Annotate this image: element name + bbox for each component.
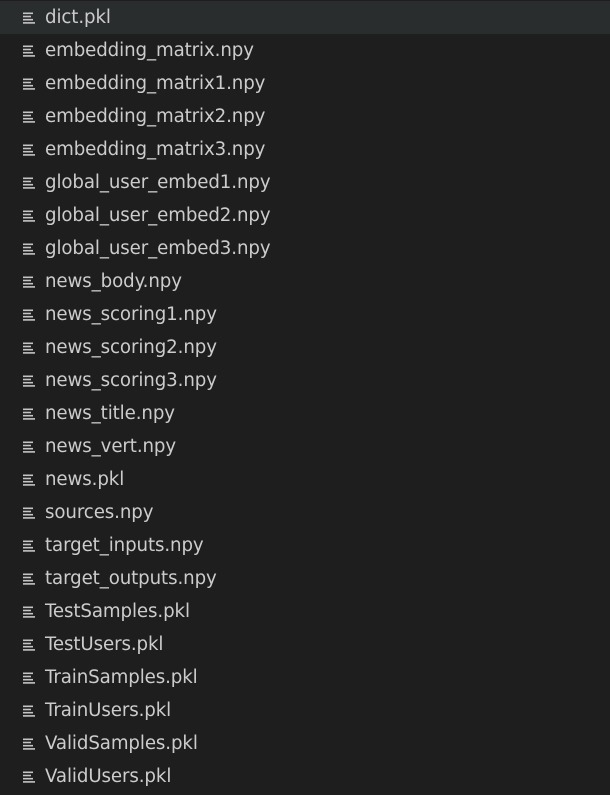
file-lines-icon bbox=[22, 506, 36, 520]
file-name: embedding_matrix1.npy bbox=[45, 72, 266, 94]
file-item[interactable]: embedding_matrix1.npy bbox=[0, 67, 610, 100]
file-name: embedding_matrix3.npy bbox=[45, 138, 266, 160]
file-lines-icon bbox=[22, 539, 36, 553]
file-lines-icon bbox=[22, 572, 36, 586]
file-name: dict.pkl bbox=[45, 6, 111, 28]
file-name: global_user_embed1.npy bbox=[45, 171, 271, 193]
file-item[interactable]: dict.pkl bbox=[0, 1, 610, 34]
file-list: dict.pkl embedding_matrix.npy embedding_ma… bbox=[0, 0, 610, 795]
file-name: news_body.npy bbox=[45, 270, 182, 292]
file-item[interactable]: TrainUsers.pkl bbox=[0, 694, 610, 727]
file-item[interactable]: target_outputs.npy bbox=[0, 562, 610, 595]
file-name: news_vert.npy bbox=[45, 435, 177, 457]
file-lines-icon bbox=[22, 242, 36, 256]
file-item[interactable]: news_title.npy bbox=[0, 397, 610, 430]
file-name: ValidUsers.pkl bbox=[45, 765, 172, 787]
file-name: news_title.npy bbox=[45, 402, 175, 424]
file-lines-icon bbox=[22, 440, 36, 454]
file-name: TrainUsers.pkl bbox=[45, 699, 172, 721]
file-item[interactable]: TestSamples.pkl bbox=[0, 595, 610, 628]
file-item[interactable]: news_scoring1.npy bbox=[0, 298, 610, 331]
file-lines-icon bbox=[22, 671, 36, 685]
file-lines-icon bbox=[22, 143, 36, 157]
file-name: ValidSamples.pkl bbox=[45, 732, 198, 754]
file-lines-icon bbox=[22, 770, 36, 784]
file-lines-icon bbox=[22, 110, 36, 124]
file-item[interactable]: global_user_embed2.npy bbox=[0, 199, 610, 232]
file-lines-icon bbox=[22, 77, 36, 91]
file-item[interactable]: embedding_matrix.npy bbox=[0, 34, 610, 67]
file-name: TrainSamples.pkl bbox=[45, 666, 198, 688]
file-lines-icon bbox=[22, 11, 36, 25]
file-lines-icon bbox=[22, 374, 36, 388]
file-lines-icon bbox=[22, 407, 36, 421]
file-name: news.pkl bbox=[45, 468, 125, 490]
file-name: news_scoring2.npy bbox=[45, 336, 217, 358]
file-lines-icon bbox=[22, 275, 36, 289]
file-lines-icon bbox=[22, 605, 36, 619]
file-item[interactable]: ValidSamples.pkl bbox=[0, 727, 610, 760]
file-item[interactable]: embedding_matrix3.npy bbox=[0, 133, 610, 166]
file-item[interactable]: news_scoring3.npy bbox=[0, 364, 610, 397]
file-name: sources.npy bbox=[45, 501, 154, 523]
file-item[interactable]: global_user_embed3.npy bbox=[0, 232, 610, 265]
file-name: global_user_embed3.npy bbox=[45, 237, 271, 259]
file-lines-icon bbox=[22, 473, 36, 487]
file-name: embedding_matrix2.npy bbox=[45, 105, 266, 127]
file-name: news_scoring1.npy bbox=[45, 303, 217, 325]
file-lines-icon bbox=[22, 704, 36, 718]
file-lines-icon bbox=[22, 341, 36, 355]
file-item[interactable]: news_scoring2.npy bbox=[0, 331, 610, 364]
file-item[interactable]: news.pkl bbox=[0, 463, 610, 496]
file-item[interactable]: news_vert.npy bbox=[0, 430, 610, 463]
file-lines-icon bbox=[22, 209, 36, 223]
file-lines-icon bbox=[22, 44, 36, 58]
file-name: target_inputs.npy bbox=[45, 534, 204, 556]
file-item[interactable]: global_user_embed1.npy bbox=[0, 166, 610, 199]
file-name: TestSamples.pkl bbox=[45, 600, 190, 622]
file-item[interactable]: TestUsers.pkl bbox=[0, 628, 610, 661]
file-item[interactable]: news_body.npy bbox=[0, 265, 610, 298]
file-name: news_scoring3.npy bbox=[45, 369, 217, 391]
file-item[interactable]: embedding_matrix2.npy bbox=[0, 100, 610, 133]
file-lines-icon bbox=[22, 737, 36, 751]
file-name: TestUsers.pkl bbox=[45, 633, 164, 655]
file-name: embedding_matrix.npy bbox=[45, 39, 254, 61]
file-item[interactable]: sources.npy bbox=[0, 496, 610, 529]
file-lines-icon bbox=[22, 638, 36, 652]
file-name: target_outputs.npy bbox=[45, 567, 217, 589]
file-lines-icon bbox=[22, 176, 36, 190]
file-name: global_user_embed2.npy bbox=[45, 204, 271, 226]
file-item[interactable]: ValidUsers.pkl bbox=[0, 760, 610, 793]
file-lines-icon bbox=[22, 308, 36, 322]
file-item[interactable]: target_inputs.npy bbox=[0, 529, 610, 562]
file-item[interactable]: TrainSamples.pkl bbox=[0, 661, 610, 694]
